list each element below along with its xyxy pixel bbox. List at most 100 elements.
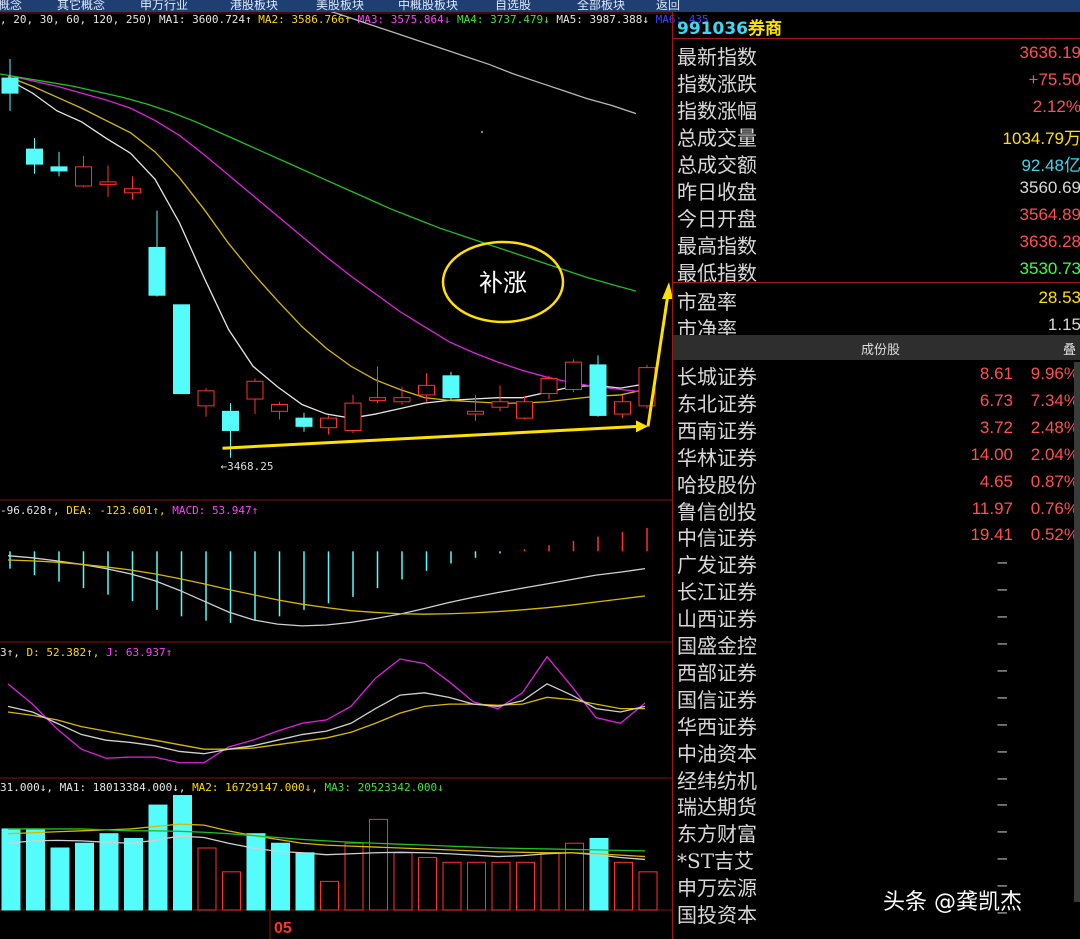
info-label: 指数涨幅 xyxy=(677,99,757,123)
constituent-name: 长江证券 xyxy=(677,580,757,605)
volume-bar-up xyxy=(320,880,339,911)
constituent-row[interactable]: 鲁信创投 11.97 0.76% xyxy=(673,496,1080,524)
arrow-head xyxy=(636,420,648,433)
kdj-j-line xyxy=(7,655,646,764)
rise-arrow-line xyxy=(646,293,670,427)
constituent-change: – xyxy=(997,686,1007,706)
constituent-change: 9.96% xyxy=(1030,364,1079,383)
candle-up xyxy=(197,390,215,407)
constituent-row[interactable]: 山西证券 – xyxy=(673,603,1080,632)
constituent-change: – xyxy=(997,848,1007,868)
candle-up xyxy=(99,181,117,186)
constituent-row[interactable]: 经纬纺机 – xyxy=(673,765,1080,793)
constituent-name: 西南证券 xyxy=(677,418,757,443)
constituent-name: *ST吉艾 xyxy=(677,849,755,874)
candle-up xyxy=(369,397,386,401)
constituent-row[interactable]: 长城证券 8.61 9.96% xyxy=(673,361,1080,389)
candle-down xyxy=(148,246,166,296)
constituent-row[interactable]: 广发证券 – xyxy=(673,549,1080,578)
kdj-d-line xyxy=(7,696,645,750)
constituent-change: 7.34% xyxy=(1030,390,1079,410)
constituents-scrollbar[interactable] xyxy=(1074,362,1080,902)
constituent-name: 广发证券 xyxy=(677,553,757,578)
constituent-price: 8.61 xyxy=(979,364,1013,383)
index-code: 991036 xyxy=(677,19,748,39)
dot xyxy=(481,131,483,133)
constituent-change: – xyxy=(997,767,1007,787)
volume-bar-down xyxy=(1,828,21,911)
constituent-row[interactable]: 瑞达期货 – xyxy=(673,791,1080,819)
constituent-name: 国盛金控 xyxy=(677,634,757,658)
candle-up xyxy=(614,401,631,415)
constituent-name: 华林证券 xyxy=(677,445,757,470)
info-label: 指数涨跌 xyxy=(677,72,757,96)
tab-2[interactable]: 申万行业 xyxy=(140,0,188,12)
constituents-header[interactable]: 成份股 叠 xyxy=(673,335,1080,360)
constituent-name: 鲁信创投 xyxy=(677,499,757,524)
constituent-price: 4.65 xyxy=(979,471,1013,491)
arrow-head xyxy=(662,282,672,299)
divider xyxy=(673,282,1080,283)
ma-line-ma4 xyxy=(0,73,637,292)
info-value: +75.50 xyxy=(1028,70,1080,89)
constituent-change: 0.52% xyxy=(1030,525,1079,545)
constituent-row[interactable]: 长江证券 – xyxy=(673,576,1080,605)
constituent-change: 0.76% xyxy=(1030,498,1079,518)
constituent-row[interactable]: 华西证券 – xyxy=(673,711,1080,739)
info-value: 3636.19 xyxy=(1019,43,1080,62)
tab-1[interactable]: 其它概念 xyxy=(57,0,105,12)
constituent-row[interactable]: 东方财富 – xyxy=(673,818,1080,846)
candle-up xyxy=(540,378,558,395)
constituent-price: 14.00 xyxy=(970,444,1013,464)
volume-bar-up xyxy=(516,861,535,911)
volume-bar-down xyxy=(271,842,290,911)
info-value: 92.48亿 xyxy=(1021,156,1080,175)
constituent-row[interactable]: 国信证券 – xyxy=(673,684,1080,712)
overlay-button[interactable]: 叠 xyxy=(1063,339,1076,358)
constituent-name: 国信证券 xyxy=(677,687,757,712)
constituent-row[interactable]: 西南证券 3.72 2.48% xyxy=(673,415,1080,443)
constituent-change: 2.04% xyxy=(1030,444,1079,464)
candle-down xyxy=(442,375,460,399)
candle-down xyxy=(173,304,190,395)
constituent-name: 哈投股份 xyxy=(677,472,757,497)
candle-up xyxy=(418,384,435,396)
volume-bar-down xyxy=(148,804,168,911)
tab-4[interactable]: 美股板块 xyxy=(316,0,364,12)
info-row: 指数涨幅 2.12% xyxy=(673,95,1080,123)
info-label: 昨日收盘 xyxy=(677,180,757,204)
constituent-price: 11.97 xyxy=(971,498,1013,518)
constituent-change: – xyxy=(997,794,1007,814)
tab-3[interactable]: 港股板块 xyxy=(230,0,278,12)
constituent-row[interactable]: *ST吉艾 – xyxy=(673,845,1080,874)
info-value: 2.12% xyxy=(1032,97,1080,116)
constituent-row[interactable]: 东北证券 6.73 7.34% xyxy=(673,388,1080,416)
constituent-row[interactable]: 西部证券 – xyxy=(673,657,1080,685)
candle-up xyxy=(344,402,362,431)
tab-0[interactable]: 概念 xyxy=(0,0,22,12)
tab-7[interactable]: 全部板块 xyxy=(577,0,625,12)
tab-6[interactable]: 自选股 xyxy=(495,0,531,12)
low-price-label: ←3468.25 xyxy=(221,460,274,473)
candle-up xyxy=(516,401,533,419)
kline-chart-area[interactable]: , 20, 30, 60, 120, 250) MA1: 3600.724↑ M… xyxy=(0,12,709,939)
info-row: 最新指数 3636.19 xyxy=(673,41,1080,69)
info-row: 指数涨跌 +75.50 xyxy=(673,68,1080,96)
constituent-name: 山西证券 xyxy=(677,607,757,632)
tab-5[interactable]: 中概股板块 xyxy=(398,0,458,12)
constituent-row[interactable]: 华林证券 14.00 2.04% xyxy=(673,442,1080,470)
ma-line-ma1 xyxy=(7,78,646,419)
constituent-name: 西部证券 xyxy=(677,660,757,685)
constituent-row[interactable]: 哈投股份 4.65 0.87% xyxy=(673,469,1080,497)
tab-8[interactable]: 返回 xyxy=(656,0,680,12)
constituent-name: 中信证券 xyxy=(677,526,757,551)
constituent-row[interactable]: 中信证券 19.41 0.52% xyxy=(673,522,1080,551)
volume-bar-down xyxy=(589,837,609,911)
info-label: 市盈率 xyxy=(677,290,737,314)
info-label: 最新指数 xyxy=(677,45,757,69)
constituent-row[interactable]: 中油资本 – xyxy=(673,738,1080,766)
candle-up xyxy=(491,401,509,408)
constituent-row[interactable]: 国盛金控 – xyxy=(673,630,1080,658)
info-row: 最低指数 3530.73 xyxy=(673,257,1080,285)
ma-line-ma3 xyxy=(7,74,646,393)
